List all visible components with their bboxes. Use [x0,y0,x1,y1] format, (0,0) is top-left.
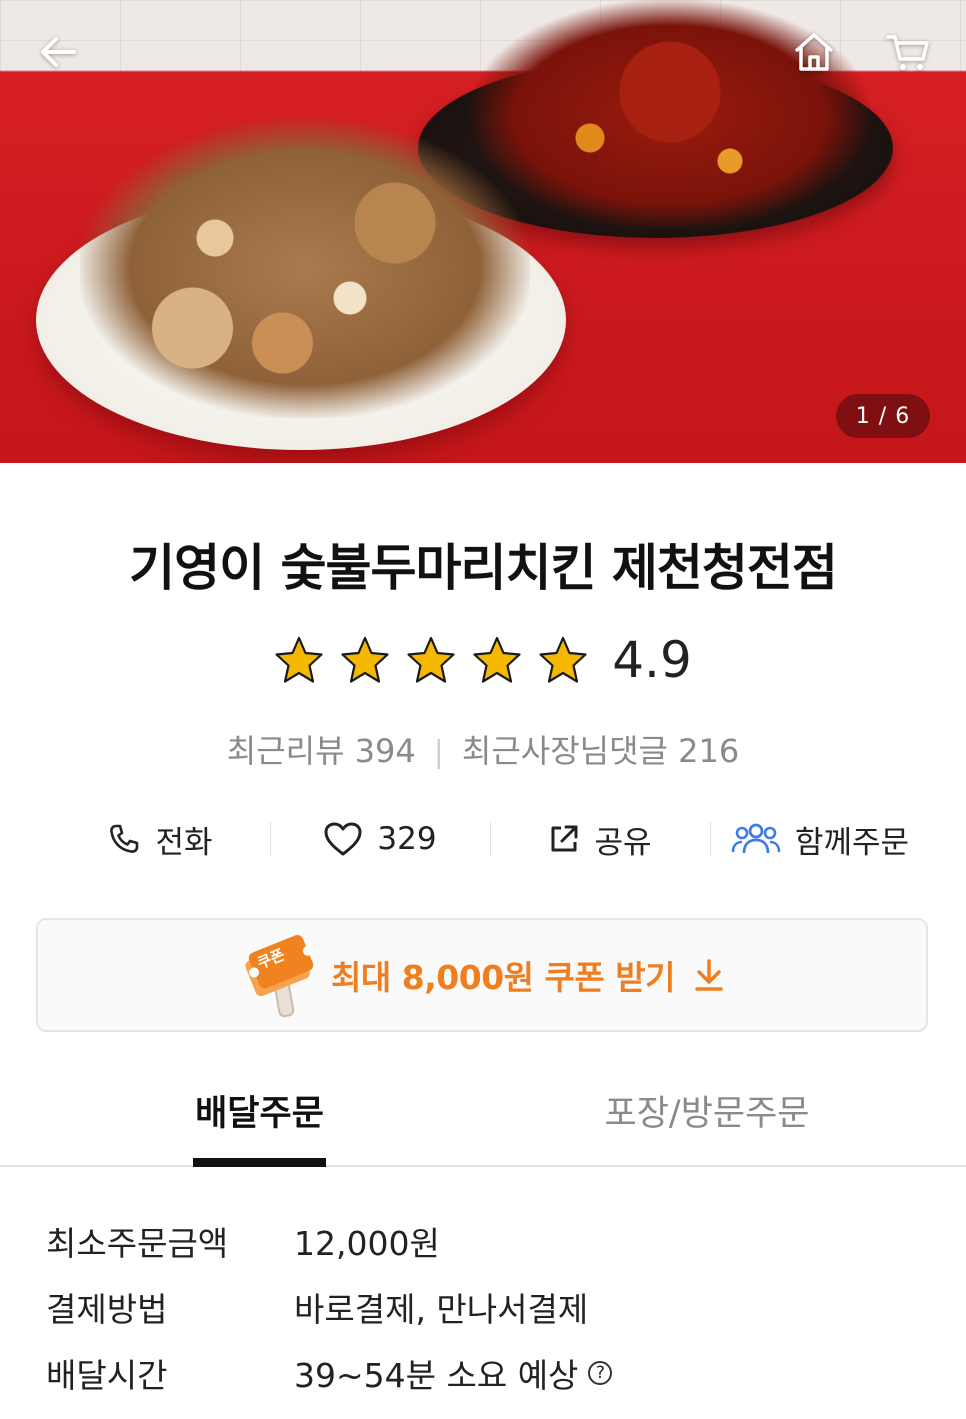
star-icon [275,636,323,683]
home-icon [794,33,834,71]
cart-icon [886,35,929,70]
info-row-delivery-time: 배달시간 39~54분 소요 예상 ? [46,1340,926,1406]
help-icon[interactable]: ? [588,1361,613,1385]
payment-value: 바로결제, 만나서결제 [294,1290,589,1329]
coupon-label: 최대 8,000원 쿠폰 받기 [331,958,675,997]
heart-icon [324,822,362,856]
group-icon [731,823,781,854]
min-order-value: 12,000원 [294,1224,440,1263]
delivery-info: 최소주문금액 12,000원 결제방법 바로결제, 만나서결제 배달시간 39~… [46,1208,926,1406]
grilled-chicken-food [80,118,530,418]
rating-row: 4.9 [0,628,966,692]
store-actions: 전화 329 공유 함께주문 [50,808,930,870]
star-icon [539,636,587,683]
min-order-label: 최소주문금액 [46,1224,229,1263]
coupon-download-button[interactable]: 쿠폰 최대 8,000원 쿠폰 받기 [36,918,928,1032]
arrow-left-icon [41,37,76,67]
payment-label: 결제방법 [46,1290,168,1329]
download-arrow-icon [695,959,723,991]
phone-icon [110,824,139,853]
coupon-ticket-icon: 쿠폰 [239,930,319,1020]
divider: | [433,735,444,770]
like-count: 329 [377,821,437,857]
group-order-button[interactable]: 함께주문 [710,808,930,870]
order-type-tabs: 배달주문 포장/방문주문 [0,1085,966,1167]
info-row-payment: 결제방법 바로결제, 만나서결제 [46,1274,926,1340]
star-icon [473,636,521,683]
tab-delivery-order[interactable]: 배달주문 [193,1085,326,1167]
share-icon [551,825,578,852]
call-button[interactable]: 전화 [50,808,270,870]
review-summary: 최근리뷰 394 | 최근사장님댓글 216 [0,726,966,772]
rating-value: 4.9 [612,631,692,689]
like-button[interactable]: 329 [270,808,490,870]
hero-image[interactable]: 1 / 6 [0,0,966,463]
call-label: 전화 [155,824,213,861]
info-row-min-order: 최소주문금액 12,000원 [46,1208,926,1274]
delivery-time-value: 39~54분 소요 예상 [294,1356,579,1395]
cart-button[interactable] [884,28,932,76]
delivery-time-value-wrap: 39~54분 소요 예상 ? [294,1349,613,1397]
recent-review-link[interactable]: 최근리뷰 394 [227,732,416,770]
image-pager: 1 / 6 [836,394,930,438]
share-button[interactable]: 공유 [490,808,710,870]
back-button[interactable] [34,28,82,76]
star-icon [341,636,389,683]
store-name: 기영이 숯불두마리치킨 제천청전점 [129,539,838,597]
owner-reply-link[interactable]: 최근사장님댓글 216 [462,732,739,770]
delivery-time-label: 배달시간 [46,1356,168,1395]
rating-stars [274,635,588,685]
group-order-label: 함께주문 [794,824,910,861]
star-icon [407,636,455,683]
share-label: 공유 [594,824,652,861]
home-button[interactable] [790,28,838,76]
tab-pickup-order[interactable]: 포장/방문주문 [598,1085,816,1165]
